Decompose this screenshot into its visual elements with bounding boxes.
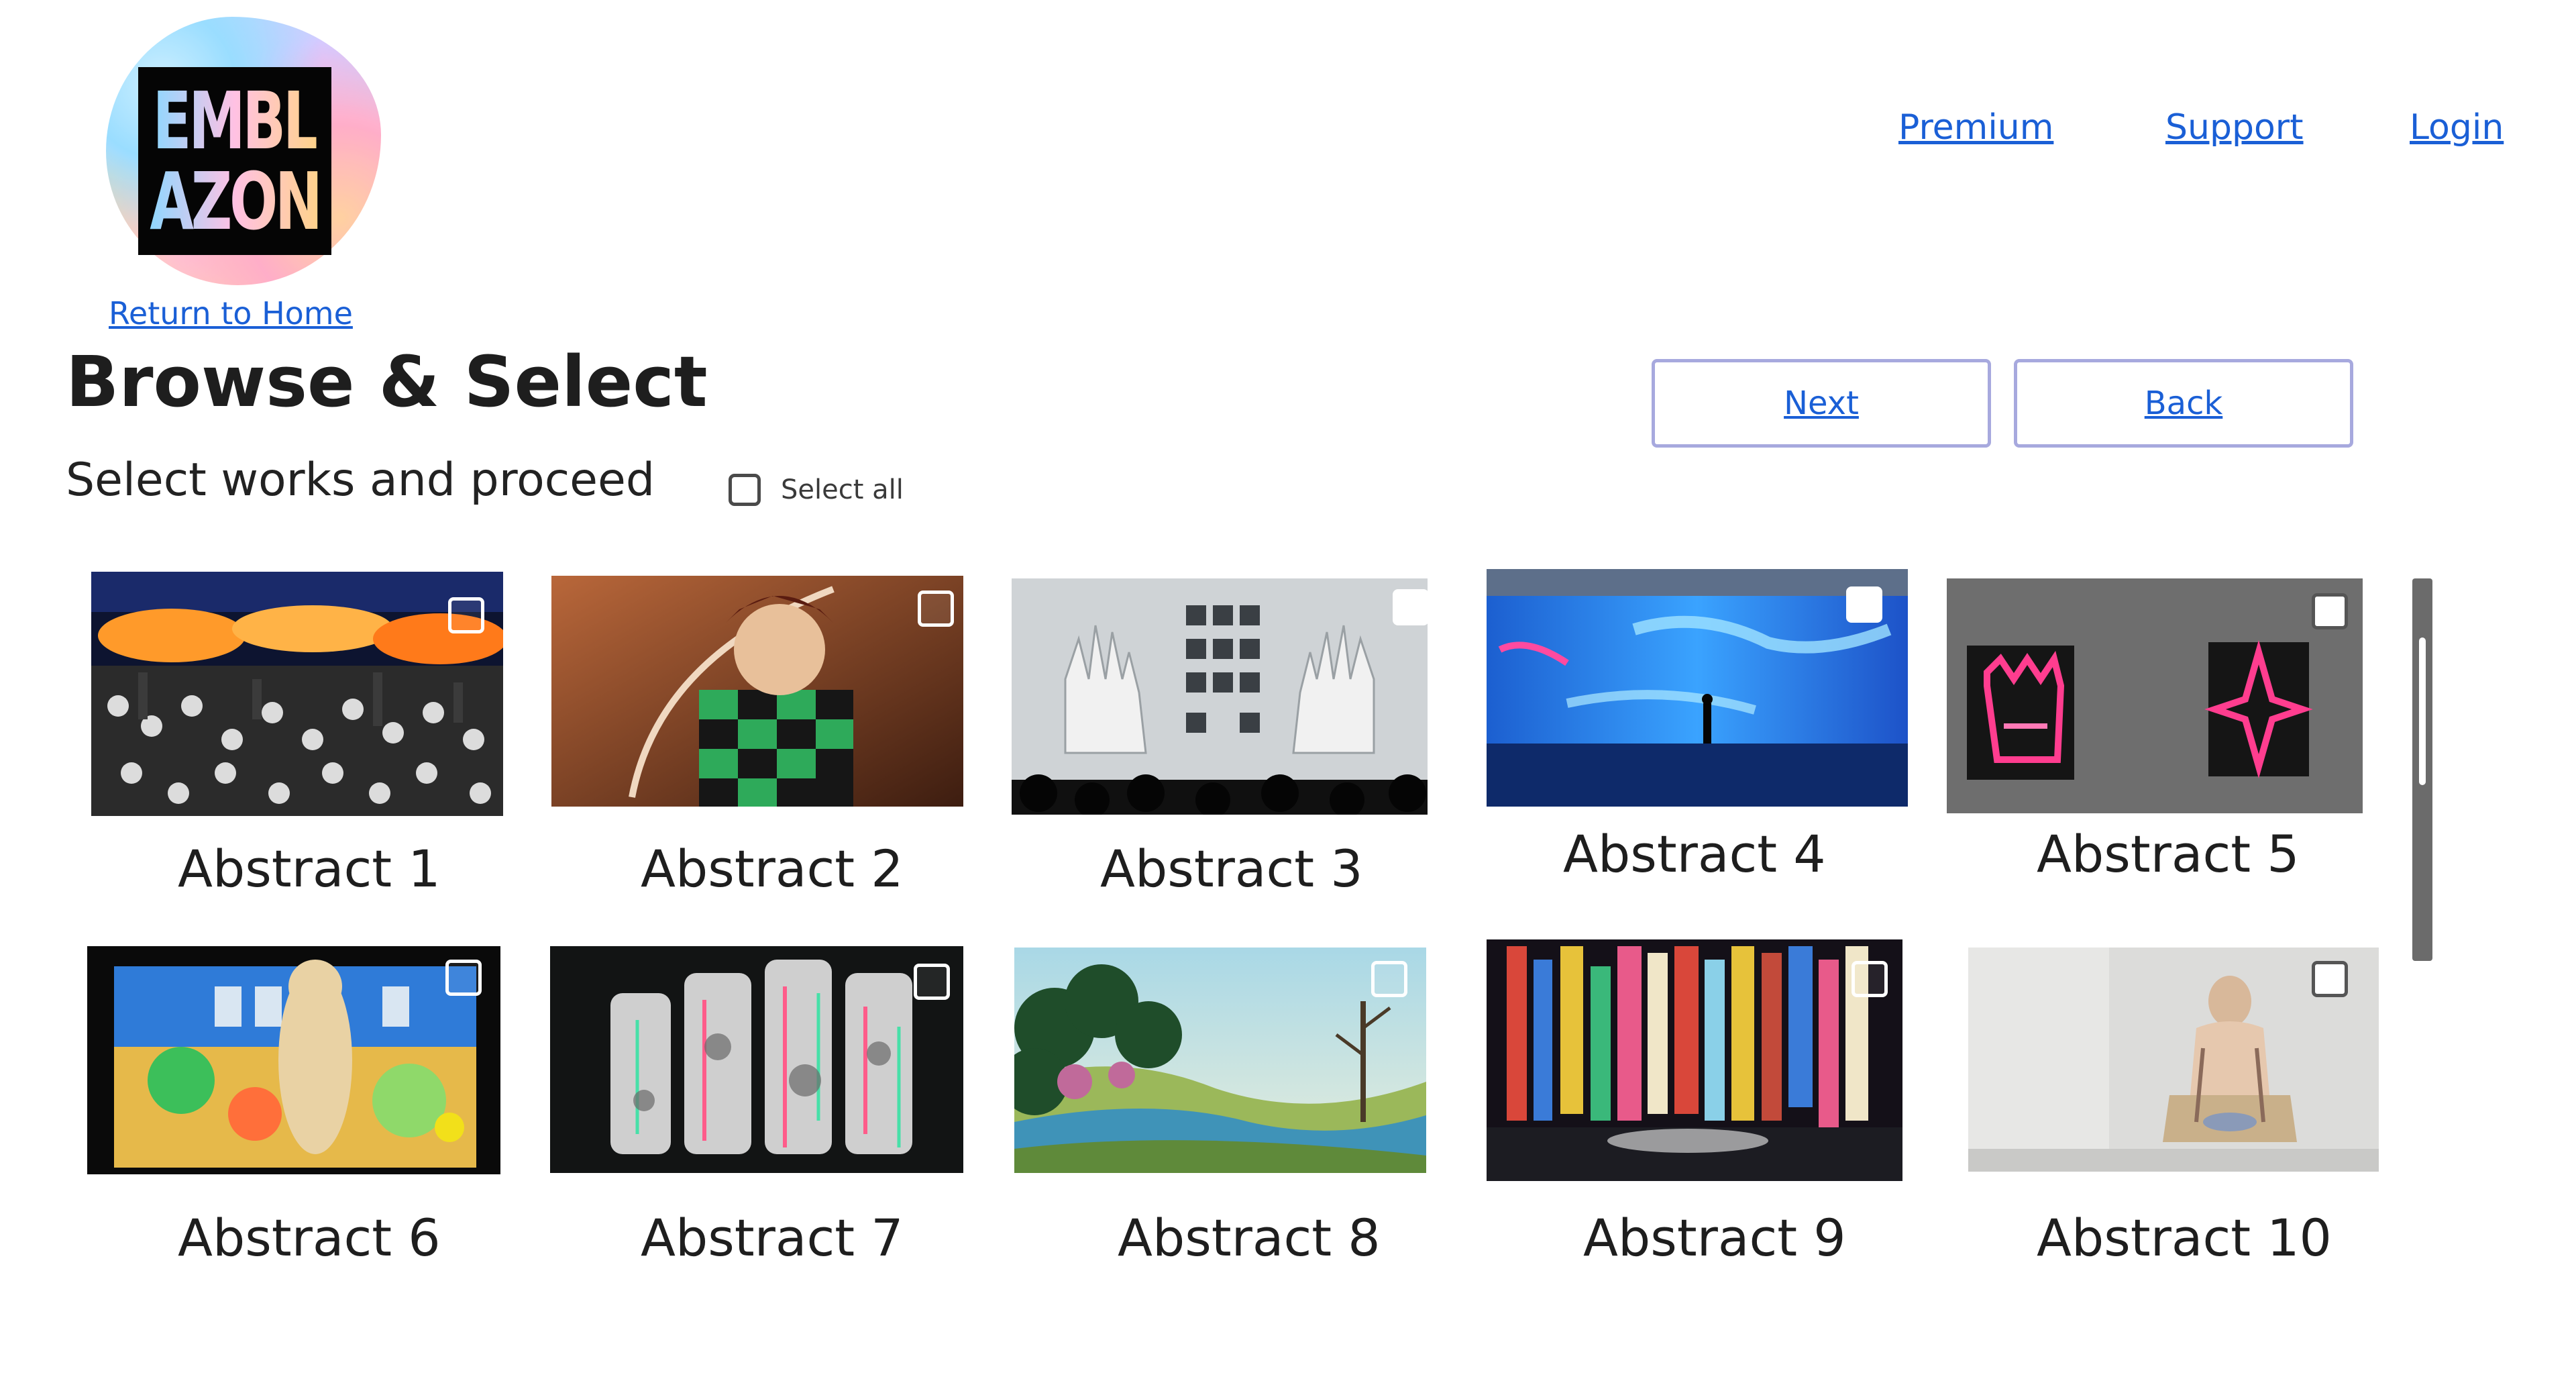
work-select-checkbox[interactable] [2312, 961, 2348, 997]
work-select-checkbox[interactable] [448, 597, 484, 633]
work-thumbnail[interactable] [1947, 578, 2363, 813]
page-subtitle: Select works and proceed [66, 454, 655, 507]
gallery-scrollbar-thumb[interactable] [2419, 637, 2426, 785]
logo-line-1: EMBL [152, 74, 320, 167]
select-all-checkbox[interactable] [729, 474, 761, 506]
work-thumbnail[interactable] [550, 946, 963, 1173]
select-all-control[interactable]: Select all [729, 474, 904, 506]
work-title: Abstract 3 [1100, 839, 1363, 899]
work-thumbnail[interactable] [1487, 939, 1902, 1181]
work-title: Abstract 5 [2037, 824, 2300, 884]
nav-premium-link[interactable]: Premium [1898, 107, 2053, 148]
work-thumbnail[interactable] [551, 576, 963, 807]
work-thumbnail[interactable] [87, 946, 500, 1174]
work-select-checkbox[interactable] [2312, 593, 2348, 629]
work-title: Abstract 4 [1563, 824, 1826, 884]
next-button[interactable]: Next [1652, 359, 1991, 448]
back-button[interactable]: Back [2014, 359, 2353, 448]
work-select-checkbox[interactable] [1851, 961, 1888, 997]
work-title: Abstract 1 [178, 839, 441, 899]
nav-support-link[interactable]: Support [2165, 107, 2304, 148]
work-select-checkbox[interactable] [445, 960, 482, 996]
logo: EMBL AZON [101, 17, 382, 292]
work-title: Abstract 2 [641, 839, 904, 899]
page-title: Browse & Select [66, 341, 708, 423]
work-thumbnail[interactable] [1012, 578, 1428, 815]
work-title: Abstract 8 [1118, 1208, 1381, 1268]
work-select-checkbox[interactable] [1393, 589, 1429, 625]
work-thumbnail[interactable] [1014, 948, 1426, 1173]
work-select-checkbox[interactable] [914, 964, 950, 1000]
work-select-checkbox[interactable] [1371, 961, 1407, 997]
logo-line-2: AZON [150, 155, 323, 248]
work-title: Abstract 9 [1583, 1208, 1846, 1268]
work-title: Abstract 6 [178, 1208, 441, 1268]
nav-login-link[interactable]: Login [2410, 107, 2504, 148]
work-thumbnail[interactable] [91, 572, 503, 816]
return-home-link[interactable]: Return to Home [109, 295, 353, 331]
work-thumbnail[interactable] [1487, 569, 1908, 807]
work-select-checkbox[interactable] [918, 591, 954, 627]
work-title: Abstract 10 [2037, 1208, 2332, 1268]
select-all-label: Select all [781, 474, 904, 505]
gallery-scrollbar[interactable] [2412, 578, 2432, 961]
logo-wordmark: EMBL AZON [138, 67, 331, 255]
work-title: Abstract 7 [641, 1208, 904, 1268]
work-select-checkbox[interactable] [1846, 586, 1882, 623]
